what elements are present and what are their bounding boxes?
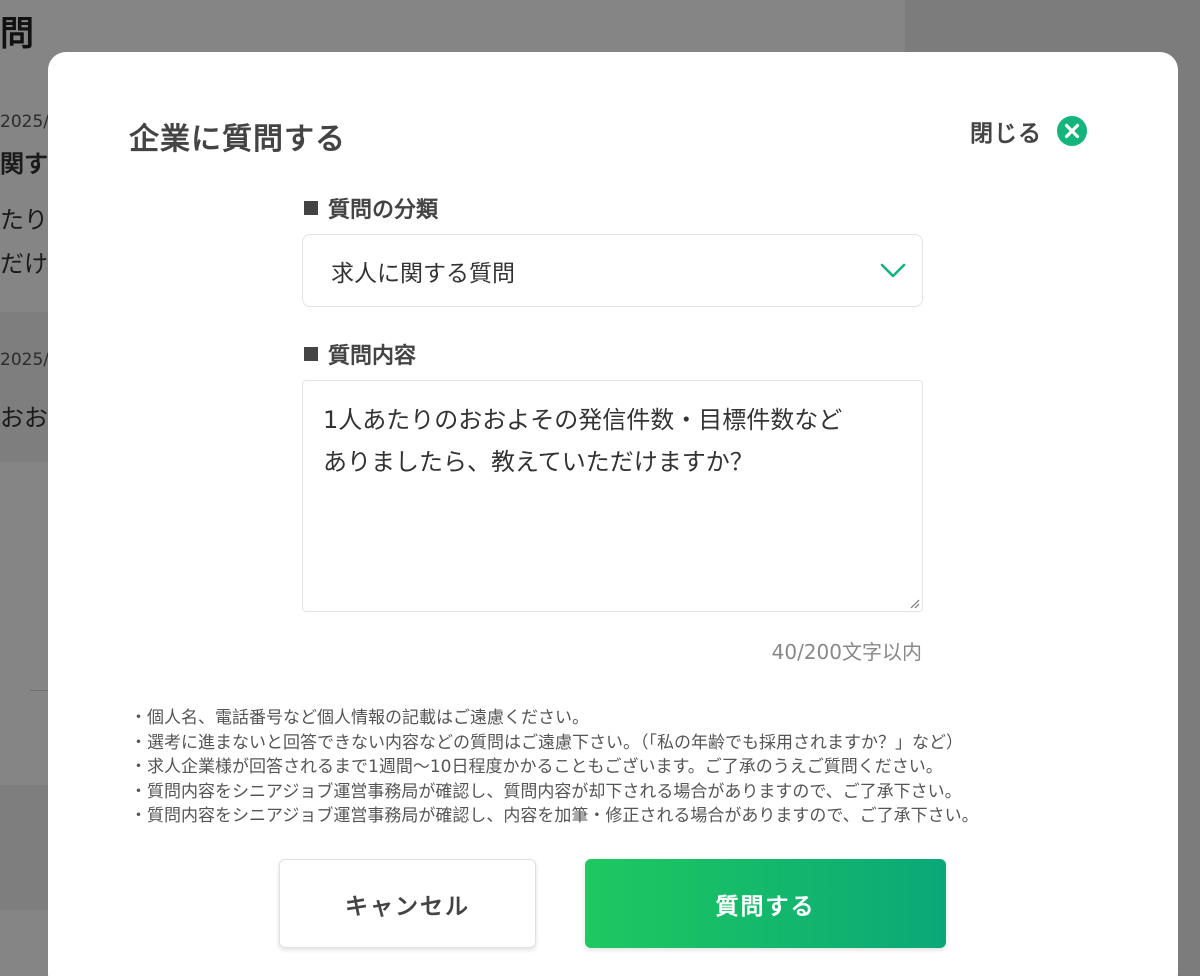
question-content-textarea[interactable]: 1人あたりのおおよその発信件数・目標件数など ありましたら、教えていただけますか…	[302, 380, 923, 612]
character-counter: 40/200文字以内	[771, 640, 922, 664]
close-button[interactable]: 閉じる	[970, 114, 1088, 148]
note-item: ・求人企業様が回答されるまで1週間〜10日程度かかることもございます。ご了承のう…	[130, 757, 943, 777]
note-item: ・個人名、電話番号など個人情報の記載はご遠慮ください。	[130, 708, 589, 728]
close-icon[interactable]	[1056, 115, 1088, 147]
category-select-value: 求人に関する質問	[331, 260, 515, 287]
resize-handle-icon[interactable]	[908, 597, 920, 609]
category-select[interactable]: 求人に関する質問	[302, 234, 923, 307]
chevron-down-icon	[880, 263, 906, 278]
square-bullet-icon	[304, 347, 318, 361]
content-label: 質問内容	[304, 338, 416, 370]
square-bullet-icon	[304, 201, 318, 215]
notes-list: ・個人名、電話番号など個人情報の記載はご遠慮ください。 ・選考に進まないと回答で…	[130, 706, 1100, 829]
modal-title: 企業に質問する	[129, 122, 346, 157]
note-item: ・質問内容をシニアジョブ運営事務局が確認し、質問内容が却下される場合がありますの…	[130, 781, 962, 802]
cancel-button[interactable]: キャンセル	[279, 859, 536, 948]
content-label-text: 質問内容	[328, 344, 417, 369]
note-item: ・選考に進まないと回答できない内容などの質問はご遠慮下さい。（「私の年齢でも採用…	[130, 732, 963, 753]
category-label-text: 質問の分類	[328, 198, 439, 223]
question-modal: 企業に質問する 閉じる 質問の分類 求人に関する質問 質問内容 1人あたりのおお…	[48, 52, 1178, 976]
close-label: 閉じる	[970, 121, 1042, 147]
note-item: ・質問内容をシニアジョブ運営事務局が確認し、内容を加筆・修正される場合があります…	[130, 806, 979, 826]
category-label: 質問の分類	[304, 192, 438, 224]
submit-question-button[interactable]: 質問する	[585, 859, 946, 948]
